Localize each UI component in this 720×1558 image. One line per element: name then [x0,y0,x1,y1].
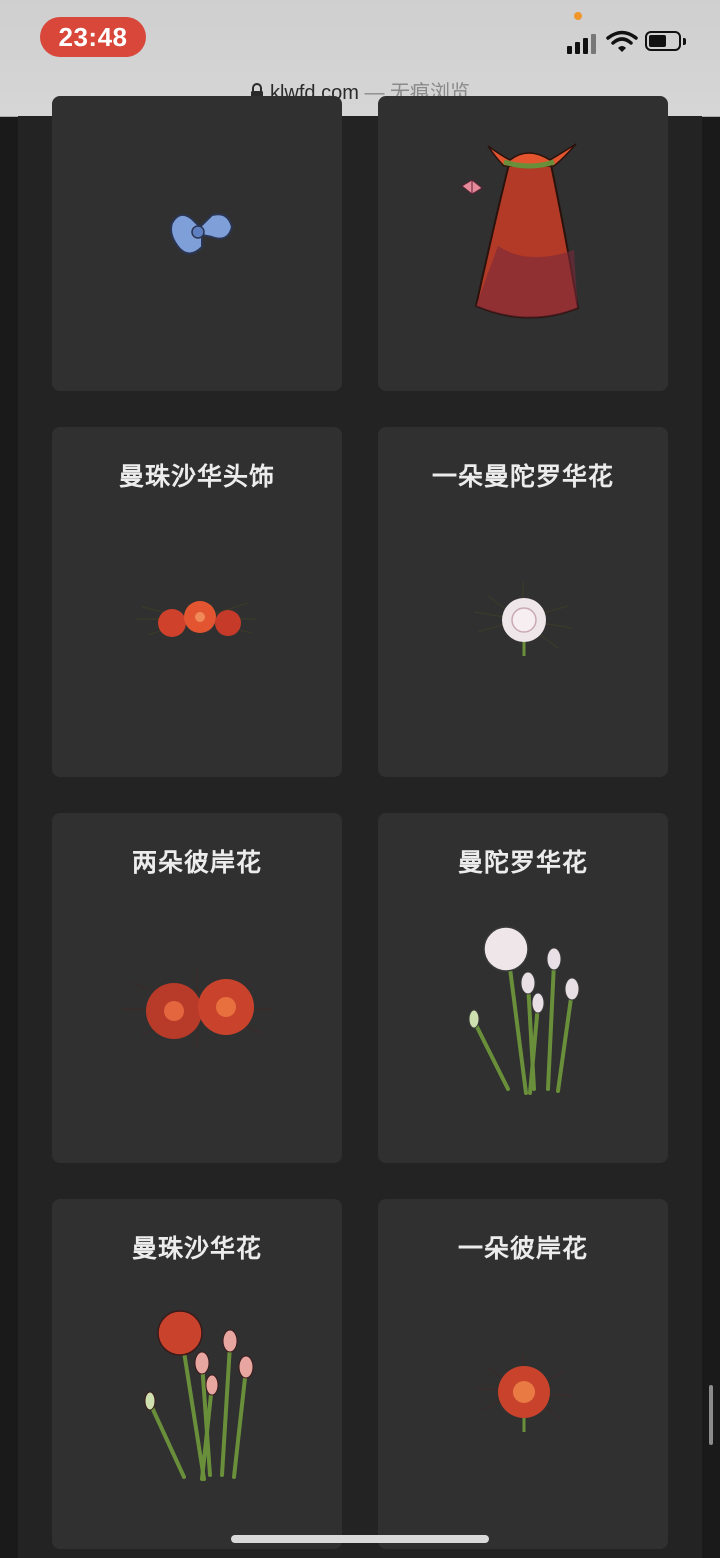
item-title: 一朵彼岸花 [457,1234,588,1263]
red-lily-plant-icon [144,1310,254,1481]
two-red-spider-lilies-icon [122,969,272,1049]
scrollbar-thumb[interactable] [709,1385,713,1445]
wifi-icon [606,30,638,52]
item-title: 曼珠沙华花 [131,1234,262,1263]
white-spider-lily-icon [473,582,573,656]
signal-icon [567,32,599,54]
item-title: 一朵曼陀罗华花 [431,462,614,491]
privacy-indicator-dot [574,12,582,20]
item-card[interactable] [378,96,668,391]
item-card[interactable]: 曼珠沙华花 [52,1199,342,1549]
item-card[interactable]: 一朵彼岸花 [378,1199,668,1549]
red-lily-dress-icon [461,143,580,319]
item-card[interactable]: 一朵曼陀罗华花 [378,427,668,777]
clock-time[interactable]: 23:48 [40,17,146,57]
item-card[interactable]: 曼珠沙华头饰 [52,427,342,777]
red-spider-lily-icon [473,1354,573,1432]
item-card[interactable]: 两朵彼岸花 [52,813,342,1163]
blue-bow-icon [170,213,234,255]
white-lily-plant-icon [468,926,580,1095]
item-card[interactable]: 曼陀罗华花 [378,813,668,1163]
item-card[interactable] [52,96,342,391]
home-indicator[interactable] [231,1535,489,1543]
item-title: 曼珠沙华头饰 [118,462,275,491]
item-title: 曼陀罗华花 [457,848,588,877]
battery-icon [645,31,686,53]
red-flower-headpiece-icon [136,601,256,637]
item-title: 两朵彼岸花 [131,848,262,877]
